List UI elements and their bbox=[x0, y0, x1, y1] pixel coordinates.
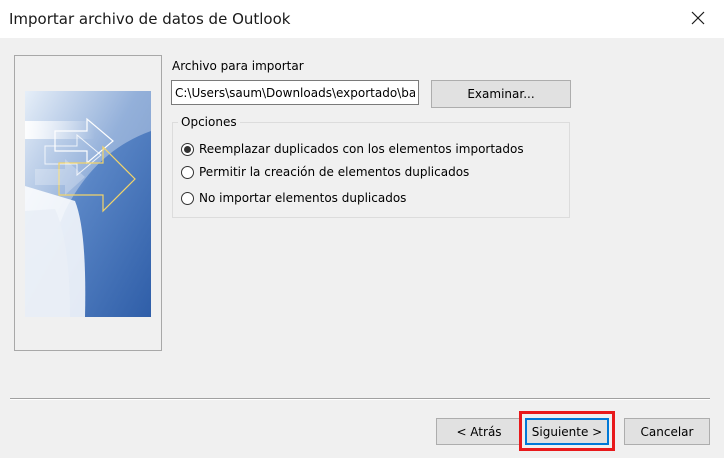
back-button-label: < Atrás bbox=[456, 424, 502, 439]
radio-allow-duplicates[interactable]: Permitir la creación de elementos duplic… bbox=[181, 163, 469, 181]
back-button[interactable]: < Atrás bbox=[436, 418, 522, 445]
cancel-button[interactable]: Cancelar bbox=[624, 418, 710, 445]
file-path-input[interactable] bbox=[171, 80, 419, 105]
radio-button[interactable] bbox=[181, 191, 194, 205]
highlight-annotation bbox=[519, 411, 615, 451]
radio-button[interactable] bbox=[181, 165, 194, 179]
browse-button-label: Examinar... bbox=[467, 87, 535, 101]
footer-separator bbox=[10, 398, 710, 400]
wizard-graphic bbox=[25, 91, 151, 317]
radio-replace-duplicates[interactable]: Reemplazar duplicados con los elementos … bbox=[181, 140, 524, 158]
wizard-side-panel bbox=[14, 55, 162, 351]
title-bar: Importar archivo de datos de Outlook bbox=[0, 0, 724, 38]
cancel-button-label: Cancelar bbox=[640, 424, 694, 439]
options-legend: Opciones bbox=[178, 115, 240, 129]
browse-button[interactable]: Examinar... bbox=[431, 80, 571, 108]
radio-label: Reemplazar duplicados con los elementos … bbox=[199, 142, 524, 156]
window-title: Importar archivo de datos de Outlook bbox=[9, 10, 291, 28]
radio-label: Permitir la creación de elementos duplic… bbox=[199, 165, 470, 179]
radio-no-duplicates[interactable]: No importar elementos duplicados bbox=[181, 189, 406, 207]
file-to-import-label: Archivo para importar bbox=[172, 59, 304, 73]
close-icon[interactable] bbox=[690, 10, 706, 26]
radio-label: No importar elementos duplicados bbox=[199, 191, 407, 205]
radio-button-selected[interactable] bbox=[181, 142, 194, 156]
